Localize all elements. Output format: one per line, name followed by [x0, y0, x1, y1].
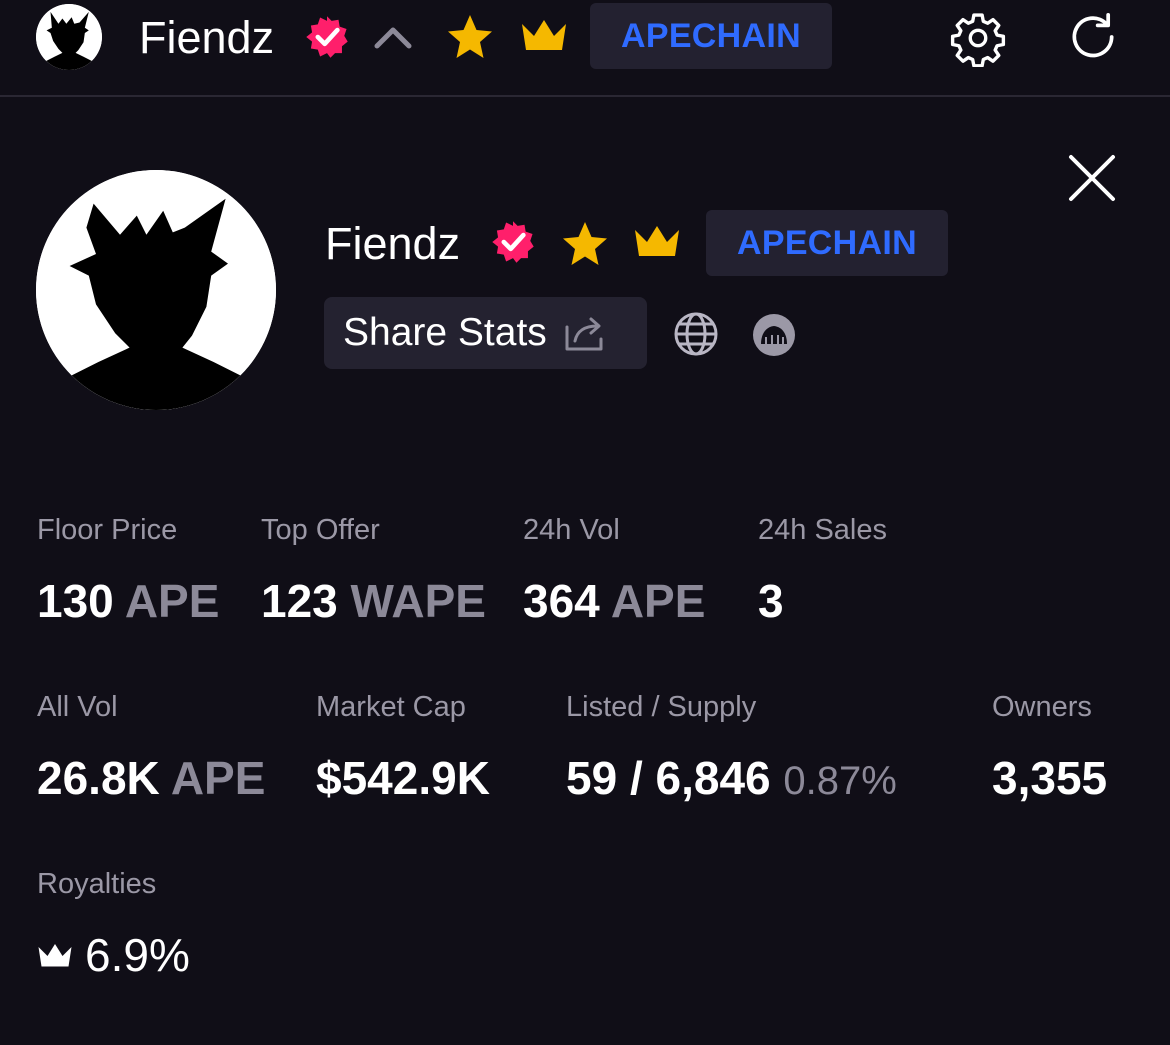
globe-icon[interactable] — [673, 311, 719, 357]
royalties-label: Royalties — [37, 868, 157, 900]
share-stats-label: Share Stats — [343, 311, 547, 354]
top-offer-value: 123 WAPE — [261, 575, 486, 627]
24h-vol-unit: APE — [610, 575, 706, 627]
fiend-silhouette-icon — [36, 4, 102, 70]
verified-badge-icon — [304, 14, 350, 60]
24h-vol-value: 364 APE — [523, 575, 706, 627]
royalties-value: 6.9% — [85, 929, 190, 981]
crown-icon — [37, 941, 73, 971]
collection-title: Fiendz — [139, 12, 275, 63]
floor-price-label: Floor Price — [37, 514, 178, 546]
settings-icon[interactable] — [948, 8, 1008, 68]
listed-supply-value: 59 / 6,846 0.87% — [566, 752, 897, 804]
24h-sales-value: 3 — [758, 575, 784, 627]
chevron-up-icon[interactable] — [373, 22, 413, 52]
all-vol-label: All Vol — [37, 691, 118, 723]
star-icon[interactable] — [445, 12, 495, 62]
floor-price-value: 130 APE — [37, 575, 220, 627]
24h-vol-label: 24h Vol — [523, 514, 620, 546]
verified-badge-icon — [490, 219, 536, 265]
collection-avatar — [36, 170, 276, 410]
owners-value: 3,355 — [992, 752, 1108, 804]
top-offer-unit: WAPE — [350, 575, 486, 627]
fiend-silhouette-icon — [36, 170, 276, 410]
collection-avatar-small[interactable] — [36, 4, 102, 70]
top-bar: Fiendz APECHAIN — [0, 0, 1170, 97]
chain-badge[interactable]: APECHAIN — [590, 3, 832, 69]
owners-label: Owners — [992, 691, 1092, 723]
listed-percent: 0.87% — [783, 759, 897, 803]
close-icon[interactable] — [1066, 152, 1118, 204]
all-vol-value: 26.8K APE — [37, 752, 266, 804]
all-vol-unit: APE — [170, 752, 266, 804]
market-cap-value: $542.9K — [316, 752, 490, 804]
floor-price-unit: APE — [124, 575, 220, 627]
top-offer-label: Top Offer — [261, 514, 380, 546]
crown-icon — [520, 16, 568, 56]
listed-supply-label: Listed / Supply — [566, 691, 757, 723]
ape-icon[interactable] — [752, 313, 796, 357]
24h-sales-label: 24h Sales — [758, 514, 887, 546]
market-cap-label: Market Cap — [316, 691, 466, 723]
share-stats-button[interactable]: Share Stats — [324, 297, 647, 369]
star-icon[interactable] — [560, 219, 610, 269]
crown-icon — [633, 222, 681, 262]
share-icon — [563, 313, 607, 353]
chain-badge[interactable]: APECHAIN — [706, 210, 948, 276]
refresh-icon[interactable] — [1064, 8, 1122, 66]
profile-name: Fiendz — [325, 218, 461, 269]
